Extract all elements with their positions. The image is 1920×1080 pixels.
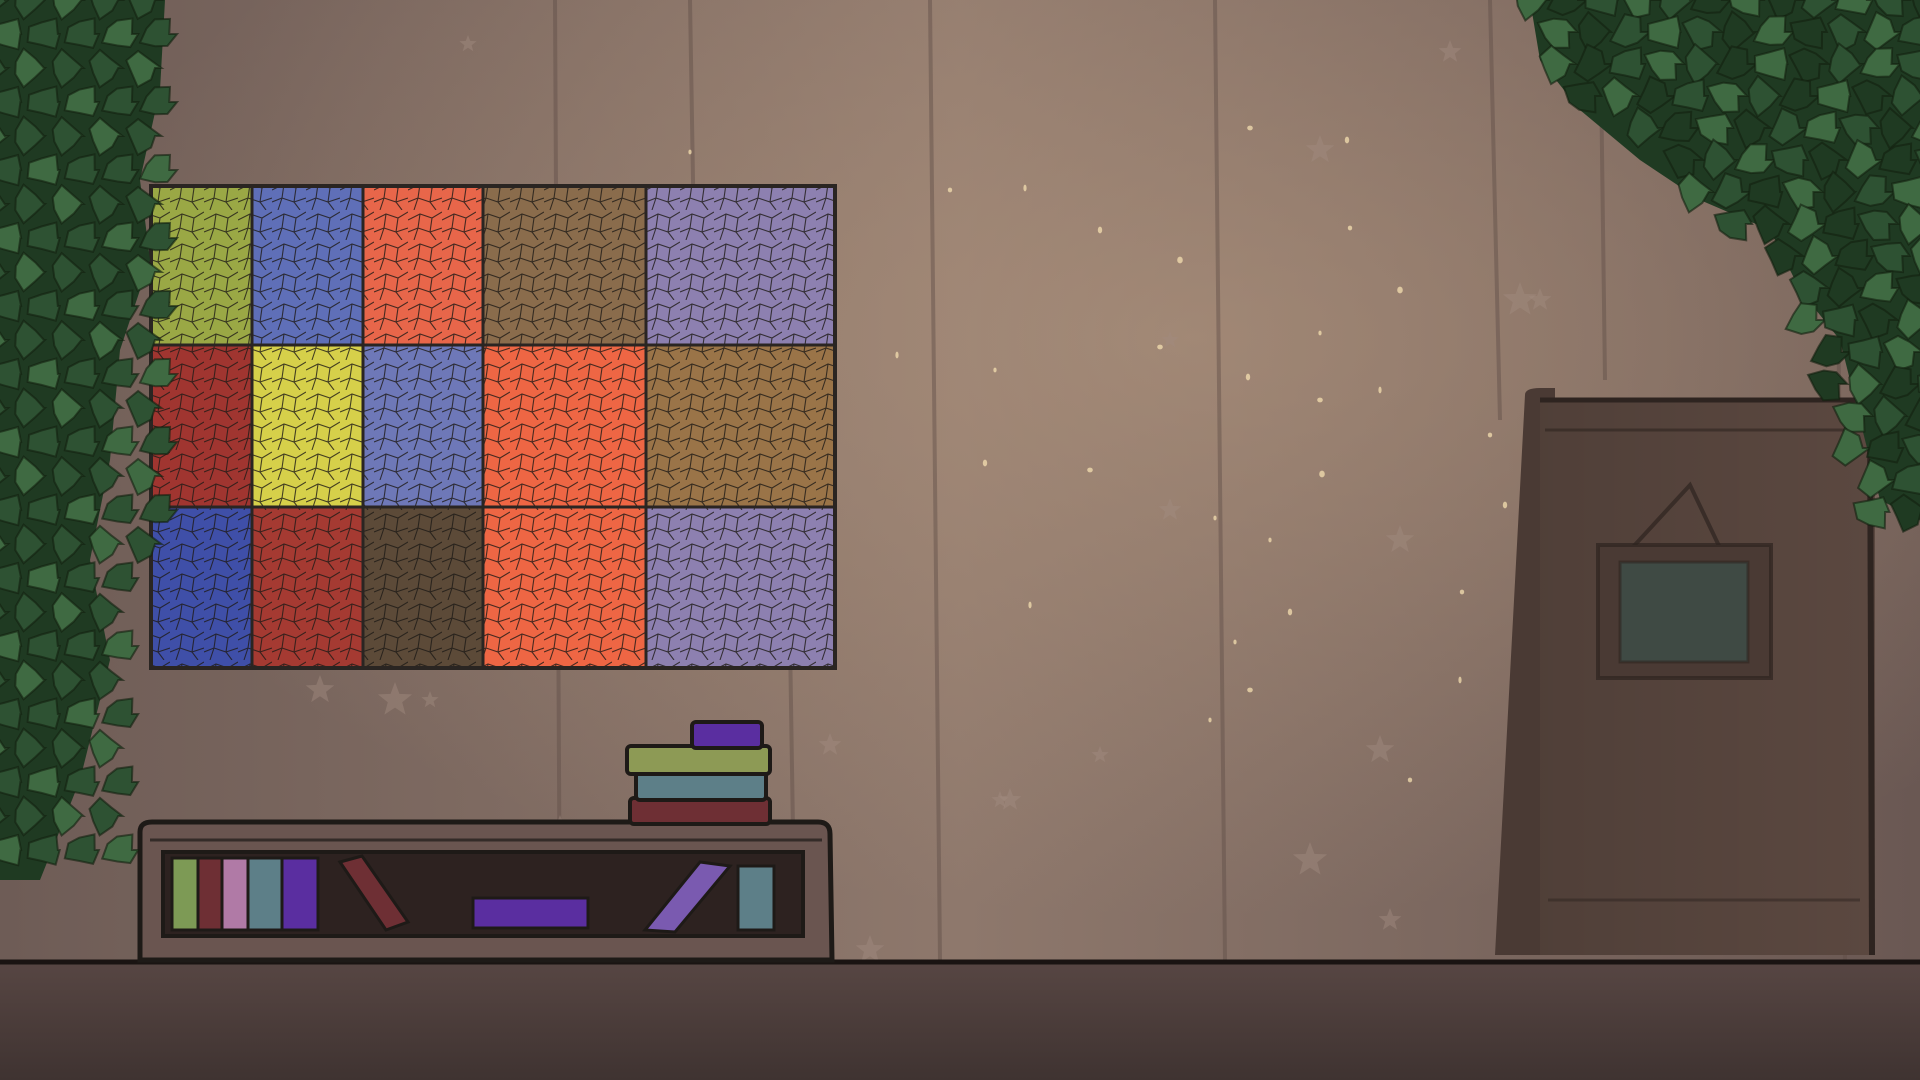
glass-panel[interactable]: [149, 184, 254, 347]
glass-panel[interactable]: [481, 505, 648, 670]
glass-panel[interactable]: [644, 343, 837, 509]
dust-particle: [947, 187, 953, 193]
dust-particle: [1023, 184, 1027, 192]
floor: [0, 962, 1920, 1080]
dust-particle: [1378, 386, 1382, 394]
glass-panel[interactable]: [361, 343, 485, 509]
dust-particle: [1213, 515, 1217, 521]
dust-particle: [982, 459, 988, 467]
glass-panel[interactable]: [361, 184, 485, 347]
shelf-book[interactable]: [170, 856, 200, 932]
dust-particle: [1407, 777, 1413, 783]
dust-particle: [993, 367, 997, 373]
dust-particle: [1268, 537, 1272, 543]
dust-particle: [688, 149, 692, 155]
glass-panel[interactable]: [481, 343, 648, 509]
shelf-book[interactable]: [736, 864, 776, 932]
dust-particle: [1233, 639, 1237, 645]
glass-panel[interactable]: [250, 343, 365, 509]
dust-particle: [1487, 432, 1493, 438]
game-scene: [0, 0, 1920, 1080]
shelf-book[interactable]: [220, 856, 250, 932]
dust-particle: [1344, 136, 1350, 144]
dust-particle: [1347, 225, 1353, 231]
dust-particle: [1458, 676, 1462, 684]
dust-particle: [1208, 717, 1212, 723]
dust-particle: [1459, 589, 1465, 595]
dust-particle: [1317, 397, 1323, 403]
shelf-book[interactable]: [246, 856, 284, 932]
dust-particle: [1397, 286, 1403, 294]
low-bookshelf[interactable]: [137, 819, 835, 963]
glass-panel[interactable]: [250, 184, 365, 347]
glass-panel[interactable]: [481, 184, 648, 347]
wooden-door[interactable]: [1495, 388, 1875, 956]
glass-panel[interactable]: [250, 505, 365, 670]
glass-panel[interactable]: [644, 505, 837, 670]
glass-panel[interactable]: [644, 184, 837, 347]
dust-particle: [1287, 608, 1293, 616]
dust-particle: [1318, 330, 1322, 336]
dust-particle: [1247, 125, 1253, 131]
glass-panel[interactable]: [361, 505, 485, 670]
stained-glass-window[interactable]: [149, 184, 837, 670]
dust-particle: [1177, 256, 1183, 264]
dust-particle: [1247, 687, 1253, 693]
dust-particle: [1319, 470, 1325, 478]
dust-particle: [895, 351, 899, 359]
dust-particle: [1097, 226, 1103, 234]
shelf-book[interactable]: [280, 856, 320, 932]
dust-particle: [1028, 601, 1032, 609]
dust-particle: [1087, 467, 1093, 473]
glass-panel[interactable]: [149, 505, 254, 670]
dust-particle: [1157, 344, 1163, 350]
dust-particle: [1245, 373, 1251, 381]
shelf-book[interactable]: [196, 856, 224, 932]
dust-particle: [1502, 501, 1508, 509]
shelf-book-flat[interactable]: [471, 896, 590, 930]
